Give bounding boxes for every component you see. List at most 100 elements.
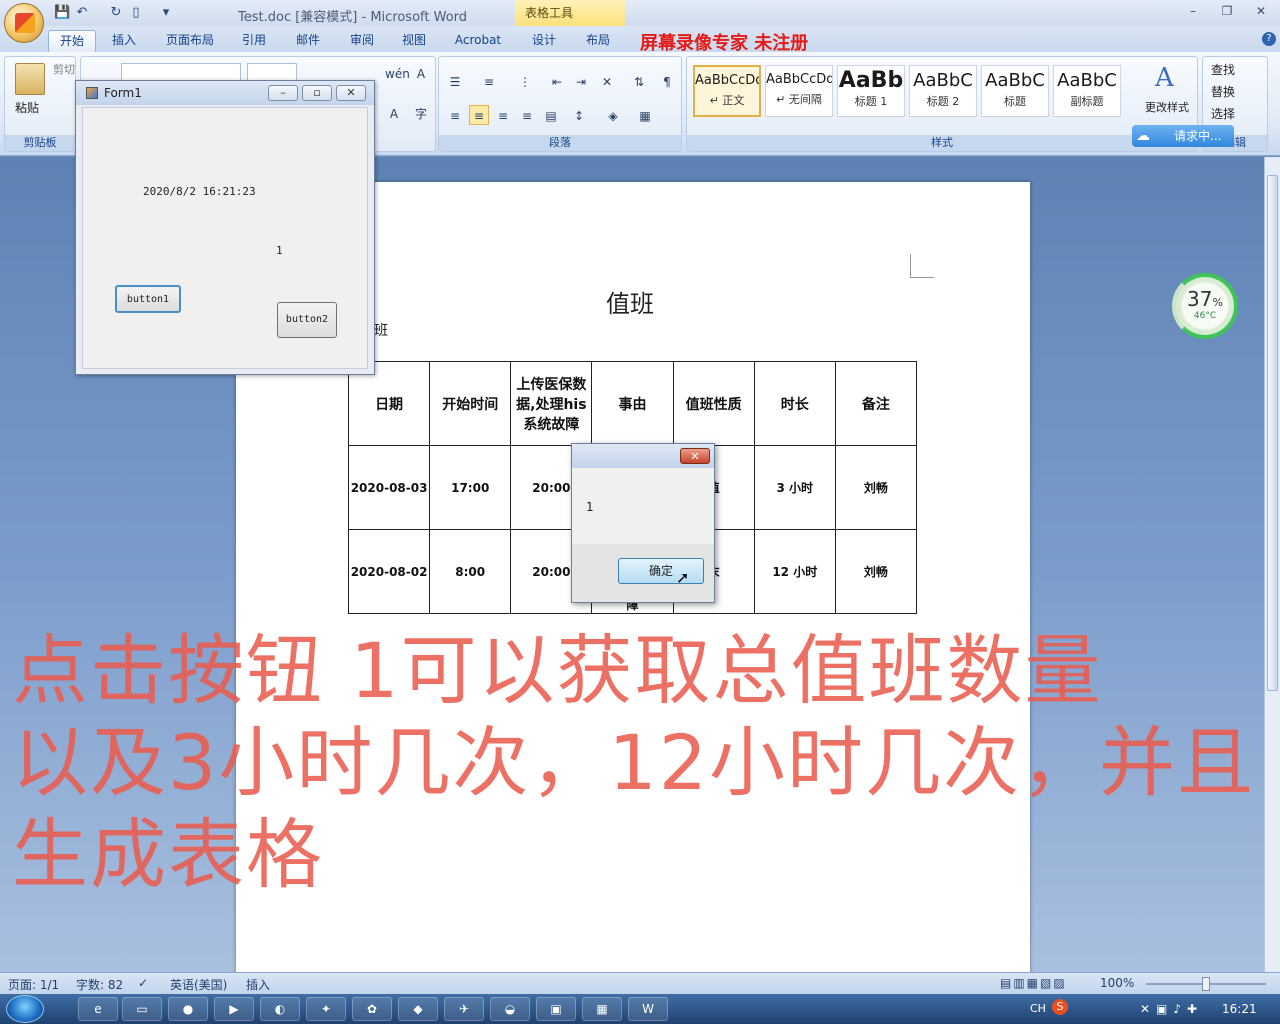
app-icon[interactable]: ✈: [444, 997, 484, 1021]
media-icon[interactable]: ▶: [214, 997, 254, 1021]
new-document-icon[interactable]: ▯: [128, 5, 144, 21]
table-cell[interactable]: 8:00: [429, 529, 512, 614]
find-button[interactable]: 查找: [1211, 61, 1235, 78]
chinese-layout-icon[interactable]: ✕: [597, 71, 617, 91]
style-subtitle[interactable]: AaBbC 副标题: [1053, 65, 1121, 117]
font-size-select[interactable]: [247, 63, 297, 81]
table-cell[interactable]: 3 小时: [753, 445, 836, 530]
align-right-icon[interactable]: ≡: [493, 105, 513, 125]
style-normal[interactable]: AaBbCcDd ↵ 正文: [693, 65, 761, 117]
form1-minimize-button[interactable]: –: [268, 85, 298, 101]
tab-view[interactable]: 视图: [394, 30, 434, 52]
character-border-icon[interactable]: A: [411, 63, 431, 83]
increase-indent-icon[interactable]: ⇥: [571, 71, 591, 91]
app-icon[interactable]: ●: [168, 997, 208, 1021]
table-cell[interactable]: 刘畅: [834, 529, 918, 614]
explorer-icon[interactable]: ▭: [122, 997, 162, 1021]
word-icon[interactable]: W: [628, 997, 668, 1021]
app-icon[interactable]: ✿: [352, 997, 392, 1021]
header-duty-type[interactable]: 值班性质: [672, 361, 755, 446]
close-button[interactable]: ✕: [1248, 2, 1274, 20]
form1-titlebar[interactable]: Form1 – ▫ ✕: [76, 81, 374, 105]
proofing-icon[interactable]: ✓: [138, 976, 148, 990]
scrollbar-thumb[interactable]: [1267, 175, 1278, 691]
clock[interactable]: 16:21: [1222, 1002, 1257, 1016]
shading-icon[interactable]: ◈: [603, 105, 623, 125]
zoom-slider-thumb[interactable]: [1202, 977, 1210, 991]
app-icon[interactable]: ✦: [306, 997, 346, 1021]
line-spacing-icon[interactable]: ↕: [569, 105, 589, 125]
table-cell[interactable]: 12 小时: [753, 529, 836, 614]
style-heading-2[interactable]: AaBbC 标题 2: [909, 65, 977, 117]
app-icon[interactable]: ◆: [398, 997, 438, 1021]
message-box-close-button[interactable]: ✕: [680, 448, 710, 464]
sogou-icon[interactable]: S: [1052, 999, 1068, 1015]
change-styles-icon[interactable]: A: [1155, 63, 1174, 93]
sort-icon[interactable]: ⇅: [629, 71, 649, 91]
tray-icons[interactable]: ✕▣♪✚: [1140, 1002, 1203, 1016]
multilevel-list-icon[interactable]: ⋮: [515, 71, 535, 91]
phonetic-guide-icon[interactable]: wén: [384, 63, 410, 83]
form1-maximize-button[interactable]: ▫: [302, 85, 332, 101]
numbering-icon[interactable]: ≡: [479, 71, 499, 91]
recorder-app-icon[interactable]: ▣: [536, 997, 576, 1021]
paste-button[interactable]: 粘贴: [15, 99, 39, 116]
tab-review[interactable]: 审阅: [342, 30, 382, 52]
ime-indicator[interactable]: CH: [1030, 1002, 1046, 1015]
align-left-icon[interactable]: ≡: [445, 105, 465, 125]
ie-icon[interactable]: e: [78, 997, 118, 1021]
font-name-select[interactable]: [121, 63, 241, 81]
tab-layout[interactable]: 布局: [578, 30, 618, 52]
enclose-characters-icon[interactable]: 字: [411, 103, 431, 123]
bullets-icon[interactable]: ☰: [445, 71, 465, 91]
header-reason[interactable]: 事由: [591, 361, 674, 446]
header-end-time[interactable]: 上传医保数据,处理his 系统故障: [510, 361, 593, 446]
start-button[interactable]: [6, 995, 44, 1023]
app-icon[interactable]: ◒: [490, 997, 530, 1021]
insert-mode[interactable]: 插入: [246, 976, 270, 993]
form1-close-button[interactable]: ✕: [336, 85, 366, 101]
cut-button[interactable]: 剪切: [53, 61, 75, 77]
table-cell[interactable]: 2020-08-03: [347, 445, 431, 530]
ok-button[interactable]: 确定: [618, 558, 704, 584]
header-duration[interactable]: 时长: [753, 361, 836, 446]
minimize-button[interactable]: –: [1180, 2, 1206, 20]
distributed-icon[interactable]: ▤: [541, 105, 561, 125]
maximize-button[interactable]: ❐: [1214, 2, 1240, 20]
undo-icon[interactable]: ↶: [74, 5, 90, 21]
character-shading-icon[interactable]: A: [384, 103, 404, 123]
replace-button[interactable]: 替换: [1211, 83, 1235, 100]
header-start-time[interactable]: 开始时间: [429, 361, 512, 446]
button2[interactable]: button2: [277, 302, 337, 338]
language-indicator[interactable]: 英语(美国): [170, 976, 227, 993]
zoom-level[interactable]: 100%: [1100, 976, 1134, 990]
align-center-icon[interactable]: ≡: [469, 105, 489, 125]
vertical-scrollbar[interactable]: [1264, 157, 1280, 972]
app-icon[interactable]: ◐: [260, 997, 300, 1021]
tab-references[interactable]: 引用: [234, 30, 274, 52]
style-title[interactable]: AaBbC 标题: [981, 65, 1049, 117]
table-cell[interactable]: 刘畅: [834, 445, 918, 530]
help-icon[interactable]: ?: [1262, 32, 1276, 46]
decrease-indent-icon[interactable]: ⇤: [547, 71, 567, 91]
tab-design[interactable]: 设计: [524, 30, 564, 52]
redo-icon[interactable]: ↻: [108, 5, 124, 21]
paste-icon[interactable]: [15, 63, 45, 95]
show-marks-icon[interactable]: ¶: [657, 71, 677, 91]
justify-icon[interactable]: ≡: [517, 105, 537, 125]
system-monitor-widget[interactable]: 37% 46°C: [1172, 273, 1238, 339]
page-indicator[interactable]: 页面: 1/1: [8, 976, 59, 993]
word-count[interactable]: 字数: 82: [76, 976, 123, 993]
tab-acrobat[interactable]: Acrobat: [448, 30, 508, 52]
tab-insert[interactable]: 插入: [104, 30, 144, 52]
borders-icon[interactable]: ▦: [635, 105, 655, 125]
tab-page-layout[interactable]: 页面布局: [160, 30, 220, 52]
view-buttons[interactable]: ▤▥▦▧▨: [1000, 976, 1067, 990]
form-app-icon[interactable]: ▦: [582, 997, 622, 1021]
style-no-spacing[interactable]: AaBbCcDd ↵ 无间隔: [765, 65, 833, 117]
select-button[interactable]: 选择: [1211, 105, 1235, 122]
office-button[interactable]: [4, 3, 44, 43]
tab-home[interactable]: 开始: [48, 30, 96, 52]
style-heading-1[interactable]: AaBb 标题 1: [837, 65, 905, 117]
tab-mailings[interactable]: 邮件: [288, 30, 328, 52]
